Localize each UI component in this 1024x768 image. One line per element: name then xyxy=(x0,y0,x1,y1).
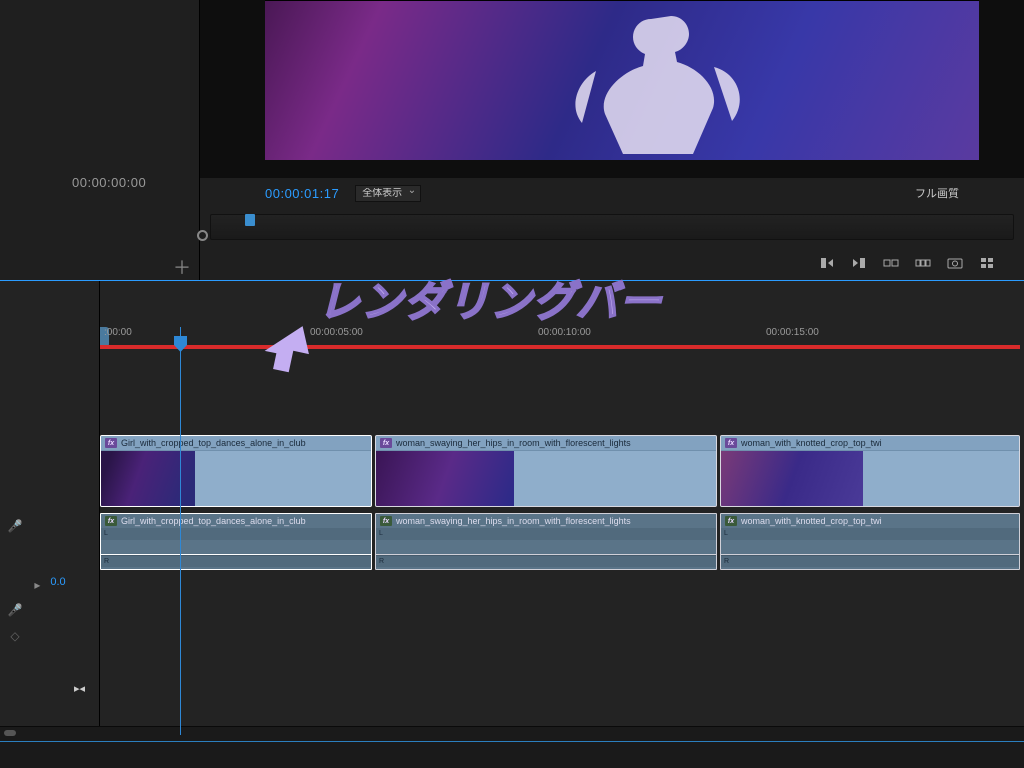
annotation-label: レンダリングバー xyxy=(318,268,662,329)
clip-name: Girl_with_cropped_top_dances_alone_in_cl… xyxy=(121,438,306,448)
scrollbar-thumb[interactable] xyxy=(4,730,16,736)
video-clip[interactable]: fx Girl_with_cropped_top_dances_alone_in_… xyxy=(100,435,372,507)
clip-name: woman_swaying_her_hips_in_room_with_flor… xyxy=(396,438,631,448)
a1-track-ch2[interactable]: RRR xyxy=(100,554,1024,572)
audio-channel-right: R xyxy=(376,555,716,567)
audio-clip[interactable]: fx woman_with_knotted_crop_top_twi L xyxy=(720,513,1020,557)
lift-icon[interactable] xyxy=(882,256,900,270)
clip-thumbnail-area xyxy=(101,451,371,506)
clip-header: fx woman_with_knotted_crop_top_twi xyxy=(721,436,1019,451)
audio-db-label: 0.0 xyxy=(50,576,65,594)
video-clip[interactable]: fx woman_swaying_her_hips_in_room_with_fl… xyxy=(375,435,717,507)
snap-indicator[interactable]: ▸◂ xyxy=(74,682,85,695)
playhead-handle[interactable] xyxy=(174,336,187,352)
audio-clip-channel[interactable]: R xyxy=(375,554,717,570)
program-panel: 00:00:01:17 全体表示 フル画質 xyxy=(200,0,1024,280)
mark-out-icon[interactable] xyxy=(850,256,868,270)
source-panel: 00:00:00:00 ＋ xyxy=(0,0,200,280)
fx-badge-icon[interactable]: fx xyxy=(105,438,117,448)
zoom-select[interactable]: 全体表示 xyxy=(355,185,421,202)
clip-thumbnail xyxy=(376,451,514,506)
horizontal-scrollbar[interactable] xyxy=(0,726,1024,738)
export-frame-icon[interactable] xyxy=(946,256,964,270)
ruler-tick: 00:00:15:00 xyxy=(766,327,819,338)
scrub-track[interactable] xyxy=(210,214,1014,240)
audio-clip-header: fx Girl_with_cropped_top_dances_alone_in_… xyxy=(101,514,371,528)
program-info-bar: 00:00:01:17 全体表示 フル画質 xyxy=(200,178,1024,208)
scrub-playhead[interactable] xyxy=(245,214,255,226)
clip-thumbnail-area xyxy=(376,451,716,506)
ruler-tick: :00:00 xyxy=(104,327,132,338)
audio-channel-left: L xyxy=(376,528,716,540)
mark-in-icon[interactable] xyxy=(818,256,836,270)
clip-thumbnail-area xyxy=(721,451,1019,506)
program-timecode: 00:00:01:17 xyxy=(265,186,339,201)
v2-track-empty[interactable] xyxy=(100,363,1024,435)
bottom-divider xyxy=(0,741,1024,742)
playhead-line[interactable] xyxy=(180,327,181,735)
fx-badge-icon[interactable]: fx xyxy=(105,516,117,526)
audio-channel-left: L xyxy=(721,528,1019,540)
audio-tracks: fx Girl_with_cropped_top_dances_alone_in_… xyxy=(100,513,1024,572)
audio-clip-channel[interactable]: R xyxy=(100,554,372,570)
audio-clip-channel[interactable]: R xyxy=(720,554,1020,570)
fx-badge-icon[interactable]: fx xyxy=(725,438,737,448)
preview-content xyxy=(536,1,766,160)
timeline-panel: 🎤 ▸ 0.0 🎤 ◇ ▸◂ :00:00 00:00:05:00 00:00:… xyxy=(0,281,1024,735)
clip-header: fx woman_swaying_her_hips_in_room_with_fl… xyxy=(376,436,716,451)
audio-channel-right: R xyxy=(721,555,1019,567)
audio-channel-right: R xyxy=(101,555,371,567)
clip-header: fx Girl_with_cropped_top_dances_alone_in_… xyxy=(101,436,371,451)
clip-name: woman_with_knotted_crop_top_twi xyxy=(741,438,882,448)
add-button[interactable]: ＋ xyxy=(173,254,191,280)
program-scrub-bar[interactable] xyxy=(200,208,1024,246)
source-timecode: 00:00:00:00 xyxy=(72,175,146,190)
program-video-frame xyxy=(200,0,1024,178)
audio-clip-name: Girl_with_cropped_top_dances_alone_in_cl… xyxy=(121,516,306,526)
audio-clip[interactable]: fx Girl_with_cropped_top_dances_alone_in_… xyxy=(100,513,372,557)
v1-track[interactable]: fx Girl_with_cropped_top_dances_alone_in_… xyxy=(100,435,1024,507)
fx-badge-icon[interactable]: fx xyxy=(380,438,392,448)
annotation-arrow-icon xyxy=(260,320,320,374)
extract-icon[interactable] xyxy=(914,256,932,270)
track-header-column: 🎤 ▸ 0.0 🎤 ◇ ▸◂ xyxy=(0,281,100,735)
audio-clip-header: fx woman_swaying_her_hips_in_room_with_fl… xyxy=(376,514,716,528)
quality-select[interactable]: フル画質 xyxy=(915,185,959,201)
audio-clip-name: woman_with_knotted_crop_top_twi xyxy=(741,516,882,526)
fx-badge-icon[interactable]: fx xyxy=(380,516,392,526)
timeline-body[interactable]: :00:00 00:00:05:00 00:00:10:00 00:00:15:… xyxy=(100,281,1024,735)
audio-channel-left: L xyxy=(101,528,371,540)
monitors-area: 00:00:00:00 ＋ 00:00:01:17 全体表示 フル画質 xyxy=(0,0,1024,280)
video-clip[interactable]: fx woman_with_knotted_crop_top_twi xyxy=(720,435,1020,507)
voiceover-icon[interactable]: 🎤 xyxy=(0,603,30,617)
mic-icon[interactable]: 🎤 xyxy=(0,519,30,533)
solo-icon[interactable]: ◇ xyxy=(0,629,30,643)
a1-track[interactable]: fx Girl_with_cropped_top_dances_alone_in_… xyxy=(100,513,1024,557)
play-toggle-icon[interactable]: ▸ xyxy=(34,576,40,594)
settings-icon[interactable] xyxy=(978,256,996,270)
program-video-preview xyxy=(265,0,979,160)
audio-clip-name: woman_swaying_her_hips_in_room_with_flor… xyxy=(396,516,631,526)
audio-clip[interactable]: fx woman_swaying_her_hips_in_room_with_fl… xyxy=(375,513,717,557)
fx-badge-icon[interactable]: fx xyxy=(725,516,737,526)
scrub-zoom-knob[interactable] xyxy=(197,230,208,241)
render-bar xyxy=(100,345,1020,349)
audio-clip-header: fx woman_with_knotted_crop_top_twi xyxy=(721,514,1019,528)
clip-thumbnail xyxy=(721,451,863,506)
video-tracks: fx Girl_with_cropped_top_dances_alone_in_… xyxy=(100,363,1024,507)
